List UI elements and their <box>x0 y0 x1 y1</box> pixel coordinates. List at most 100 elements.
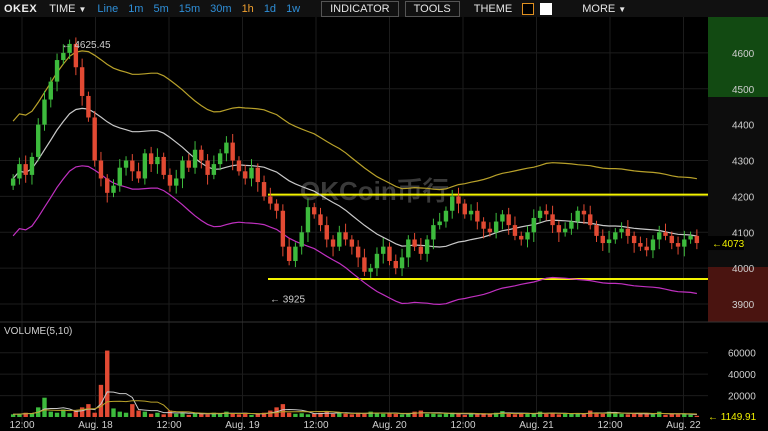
candle-body <box>312 207 317 215</box>
interval-1d[interactable]: 1d <box>259 3 281 15</box>
volume-bar <box>299 413 304 417</box>
volume-bar <box>556 414 562 417</box>
price-tick-label: 4200 <box>732 192 755 203</box>
candle-body <box>374 253 380 269</box>
more-menu-button[interactable]: MORE ▼ <box>576 3 632 15</box>
candle-body <box>606 239 612 244</box>
candle-body <box>117 167 122 186</box>
last-price-label: ←4073 <box>712 239 745 250</box>
interval-5m[interactable]: 5m <box>148 3 173 15</box>
indicator-button[interactable]: INDICATOR <box>321 0 399 17</box>
chevron-down-icon: ▼ <box>618 4 627 14</box>
volume-bar <box>437 414 442 417</box>
volume-bar <box>650 414 656 417</box>
volume-bar <box>330 413 336 417</box>
volume-bar <box>537 411 543 417</box>
candle-body <box>399 257 405 269</box>
candle-body <box>431 225 436 240</box>
volume-bar <box>130 404 135 417</box>
theme-dark-swatch[interactable] <box>522 2 535 15</box>
candle-body <box>42 99 47 125</box>
candle-body <box>437 221 442 226</box>
candle-body <box>98 160 104 179</box>
volume-bar <box>613 413 618 417</box>
volume-bar <box>694 415 700 417</box>
candle-body <box>224 142 229 154</box>
volume-bar <box>581 414 587 417</box>
time-tick-label: 12:00 <box>450 420 475 431</box>
candle-body <box>424 239 430 254</box>
time-tick-label: 12:00 <box>597 420 622 431</box>
volume-bar <box>512 414 518 417</box>
candle-body <box>462 203 467 215</box>
candle-body <box>412 239 417 247</box>
volume-bar <box>519 413 524 417</box>
volume-bar <box>192 413 198 417</box>
candle-body <box>663 232 668 236</box>
interval-line[interactable]: Line <box>92 3 123 15</box>
volume-bar <box>312 413 317 417</box>
volume-bar <box>544 413 549 417</box>
candle-body <box>148 153 154 165</box>
time-label: TIME <box>49 2 76 15</box>
volume-bar <box>67 413 72 417</box>
volume-bar <box>148 413 154 417</box>
volume-bar <box>105 350 110 417</box>
interval-1h[interactable]: 1h <box>237 3 259 15</box>
candle-body <box>192 149 198 168</box>
candle-body <box>519 235 524 240</box>
candle-body <box>111 185 116 193</box>
volume-tick-label: 40000 <box>728 370 756 381</box>
volume-title: VOLUME(5,10) <box>4 326 72 337</box>
candle-body <box>487 228 493 233</box>
candle-body <box>368 268 373 272</box>
candle-body <box>481 221 486 229</box>
candle-body <box>167 174 173 186</box>
volume-bar <box>393 413 398 417</box>
volume-bar <box>249 414 254 417</box>
price-tick-label: 4500 <box>732 85 755 96</box>
volume-bar <box>669 413 674 417</box>
chevron-down-icon: ▼ <box>78 4 87 14</box>
candle-body <box>562 228 568 233</box>
price-chart[interactable]: OKCoin币行 3900400041004200430044004500460… <box>0 17 768 431</box>
volume-bar <box>619 413 624 417</box>
candle-body <box>381 246 386 254</box>
interval-30m[interactable]: 30m <box>205 3 236 15</box>
time-tick-label: Aug. 18 <box>78 420 113 431</box>
candle-body <box>493 221 499 233</box>
price-axis-down-zone <box>708 267 768 322</box>
theme-light-swatch[interactable] <box>540 2 553 15</box>
candle-body <box>506 214 511 226</box>
candle-body <box>343 232 348 240</box>
volume-bar <box>92 412 97 417</box>
candle-body <box>675 243 681 247</box>
low-price-label: ← 3925 <box>270 294 305 305</box>
volume-bar <box>456 413 461 417</box>
okex-logo: OKEX <box>4 2 38 15</box>
candle-body <box>525 232 530 240</box>
volume-bar <box>688 414 693 417</box>
time-tick-label: Aug. 20 <box>372 420 407 431</box>
candle-body <box>330 239 336 247</box>
tools-button[interactable]: TOOLS <box>404 0 460 17</box>
candle-body <box>318 214 323 226</box>
time-menu-button[interactable]: TIME ▼ <box>43 3 92 15</box>
candle-body <box>86 95 91 118</box>
candle-body <box>61 52 66 61</box>
volume-bar <box>374 413 380 417</box>
interval-15m[interactable]: 15m <box>174 3 205 15</box>
volume-bar <box>236 414 242 417</box>
candle-body <box>54 60 60 82</box>
candle-body <box>456 196 461 204</box>
candle-body <box>180 160 185 179</box>
volume-bar <box>217 413 223 417</box>
volume-bar <box>111 408 116 417</box>
volume-bar <box>431 413 436 417</box>
interval-1m[interactable]: 1m <box>123 3 148 15</box>
candle-body <box>299 232 304 247</box>
candle-body <box>355 246 361 258</box>
interval-1w[interactable]: 1w <box>281 3 305 15</box>
candle-body <box>657 232 662 240</box>
time-tick-label: 12:00 <box>156 420 181 431</box>
